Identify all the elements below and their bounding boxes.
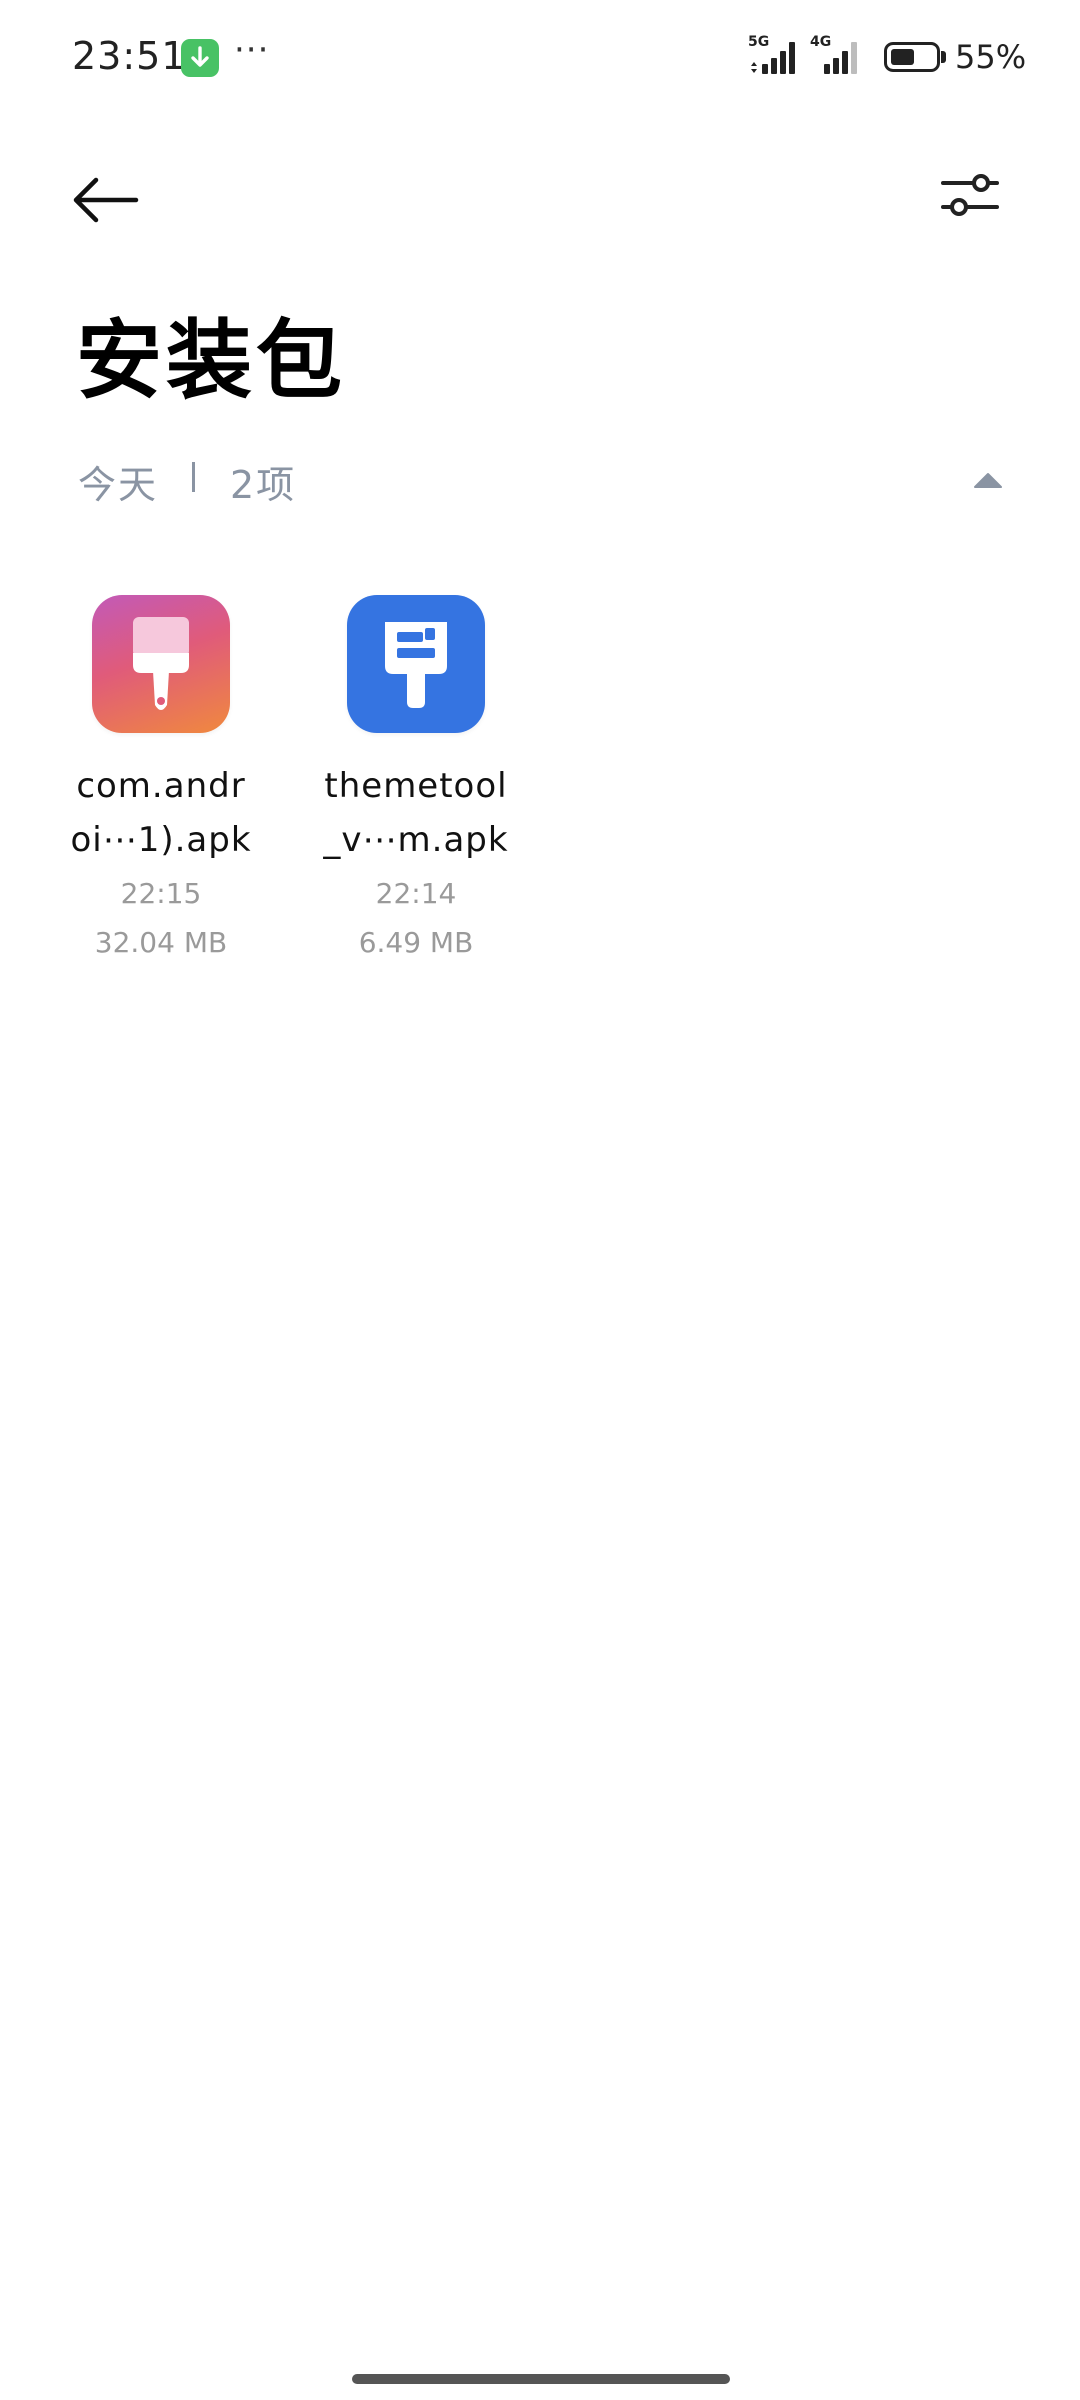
file-name-line-2: oi⋯1).apk [70,820,252,860]
file-name-line-1: com.andr [76,766,246,806]
collapse-toggle[interactable] [968,460,1008,500]
battery-percentage: 55% [955,38,1027,76]
file-size: 6.49 MB [358,926,474,959]
group-item-count: 2项 [230,463,297,507]
triangle-up-icon [974,473,1002,488]
page-title: 安装包 [76,310,346,411]
battery-nub [941,51,946,63]
status-time: 23:51 [72,34,187,78]
battery-icon [884,42,940,72]
group-date-label: 今天 [78,463,159,507]
download-icon [181,39,219,77]
file-name-line-1: themetool [324,766,508,806]
paintbrush-icon [92,595,230,733]
file-name: themetool _v⋯m.apk [311,759,521,867]
group-divider [192,462,195,492]
filter-button[interactable] [935,160,1005,230]
file-item[interactable]: com.andr oi⋯1).apk 22:15 32.04 MB [56,595,266,967]
arrow-left-icon [73,177,139,223]
more-notifications-icon: ··· [234,30,270,70]
file-name-line-2: _v⋯m.apk [323,820,509,860]
home-indicator[interactable] [352,2374,730,2384]
file-name: com.andr oi⋯1).apk [56,759,266,867]
theme-brush-icon [347,595,485,733]
file-time: 22:15 [120,877,202,910]
status-bar: 23:51 ··· 5G 4G 55% [0,0,1080,120]
sliders-icon [941,174,999,216]
file-item[interactable]: themetool _v⋯m.apk 22:14 6.49 MB [311,595,521,967]
date-group-header[interactable]: 今天 2项 [78,448,1008,512]
file-size: 32.04 MB [94,926,228,959]
battery-level [891,49,914,65]
file-time: 22:14 [375,877,457,910]
back-button[interactable] [70,160,150,240]
